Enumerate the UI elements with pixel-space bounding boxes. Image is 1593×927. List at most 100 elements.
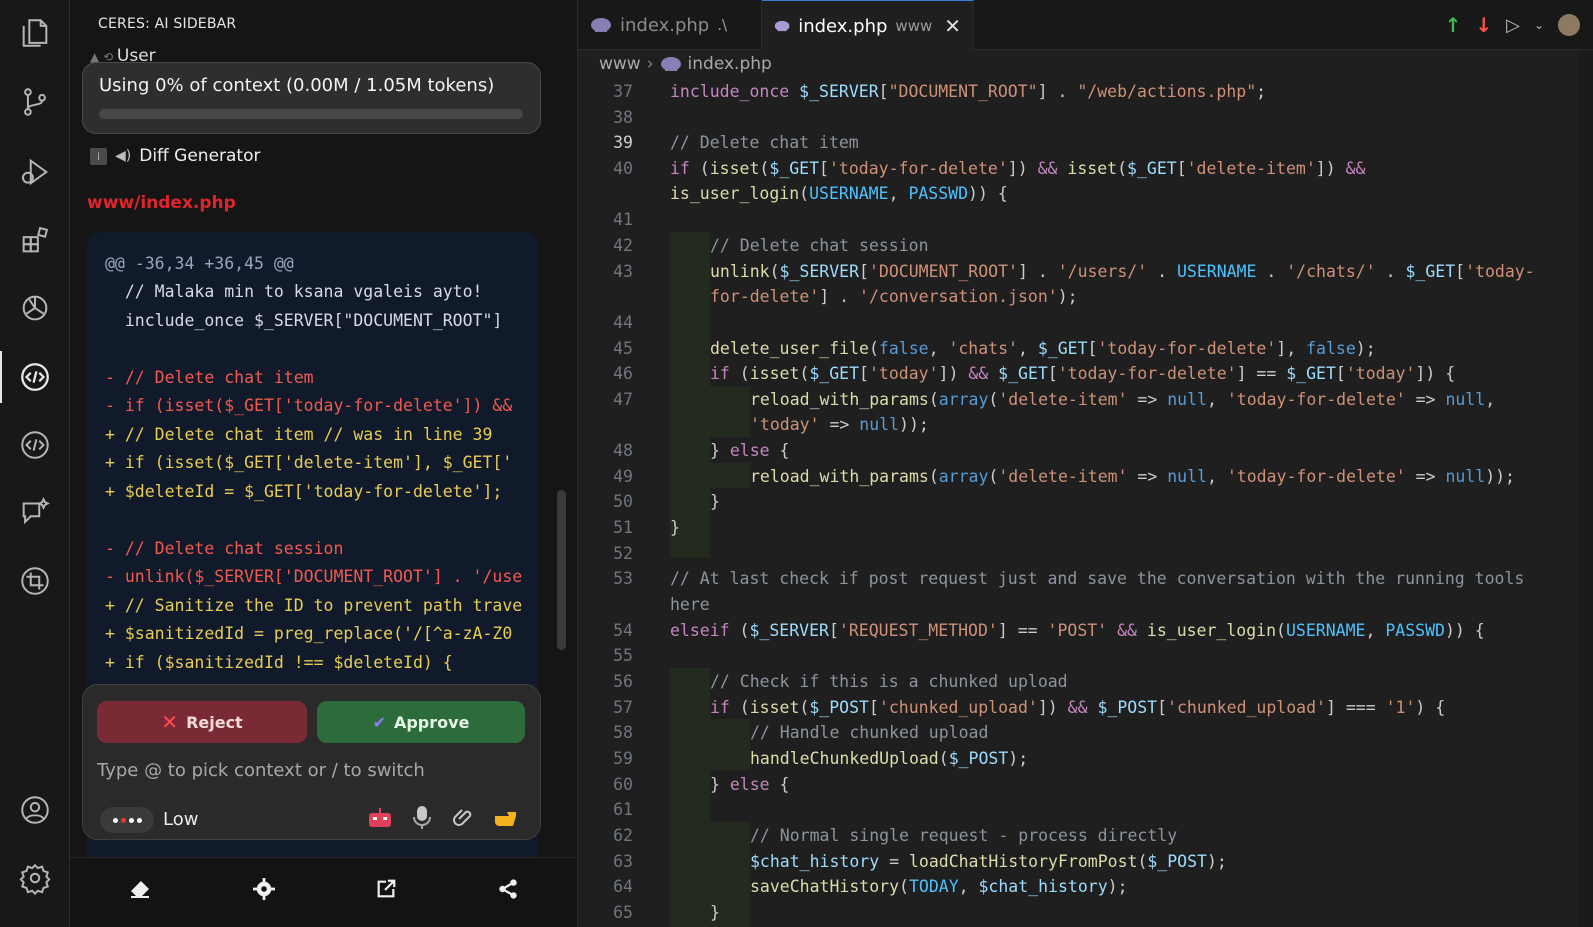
line-number: 38 — [613, 108, 633, 127]
ai-sidebar: CERES: AI SIDEBAR ▲ ⟲ User Using 0% of c… — [70, 0, 577, 927]
line-number: 49 — [613, 467, 633, 486]
line-number: 54 — [613, 621, 633, 640]
code-line: delete_user_file(false, 'chats', $_GET['… — [710, 339, 1376, 358]
code-line: elseif ($_SERVER['REQUEST_METHOD'] == 'P… — [670, 621, 1485, 640]
code-assistant-icon[interactable] — [15, 357, 55, 397]
line-number: 53 — [613, 569, 633, 588]
line-number: 64 — [613, 877, 633, 896]
effort-toggle[interactable] — [100, 807, 154, 833]
php-elephant-icon — [591, 18, 611, 32]
active-indicator — [0, 351, 2, 403]
editor-scrollbar[interactable] — [1579, 50, 1593, 927]
context-usage-panel: Using 0% of context (0.00M / 1.05M token… — [82, 62, 541, 134]
line-number: 43 — [613, 262, 633, 281]
code-assistant-alt-icon[interactable] — [15, 425, 55, 465]
breadcrumb: www › index.php — [599, 54, 772, 74]
code-line: if (isset($_POST['chunked_upload']) && $… — [710, 698, 1446, 717]
arrow-up-icon[interactable]: ↑ — [1445, 13, 1462, 37]
close-icon: ✕ — [161, 710, 179, 734]
line-number: 45 — [613, 339, 633, 358]
code-line: // Handle chunked upload — [750, 723, 989, 742]
reject-button[interactable]: ✕ Reject — [97, 701, 307, 743]
code-line: handleChunkedUpload($_POST); — [750, 749, 1029, 768]
sidebar-scrollbar[interactable] — [554, 50, 572, 910]
line-number: 58 — [613, 723, 633, 742]
avatar[interactable] — [1558, 14, 1580, 36]
eraser-icon[interactable] — [125, 874, 155, 904]
chat-sparkle-icon[interactable] — [15, 492, 55, 532]
settings-icon[interactable] — [249, 874, 279, 904]
share-icon[interactable] — [493, 874, 523, 904]
paperclip-icon[interactable] — [449, 803, 479, 833]
code-line: here — [670, 595, 710, 614]
robot-icon[interactable] — [365, 803, 395, 833]
code-line: reload_with_params(array('delete-item' =… — [750, 390, 1496, 409]
context-usage-bar — [99, 109, 523, 119]
line-number: 60 — [613, 775, 633, 794]
code-line: $chat_history = loadChatHistoryFromPost(… — [750, 852, 1227, 871]
chevron-down-icon[interactable]: ⌄ — [1534, 18, 1544, 32]
run-debug-icon[interactable] — [15, 152, 55, 192]
code-line: } else { — [710, 775, 790, 794]
code-line: if (isset($_GET['today-for-delete']) && … — [670, 159, 1366, 178]
settings-gear-icon[interactable] — [15, 858, 55, 898]
openai-icon[interactable] — [15, 288, 55, 328]
info-icon: i — [90, 147, 107, 165]
code-area[interactable]: 37 38 39 40 41 42 43 44 45 46 47 48 49 5… — [578, 78, 1593, 927]
sidebar-title: CERES: AI SIDEBAR — [98, 16, 237, 32]
code-line: // Delete chat item — [670, 133, 859, 152]
crop-icon[interactable] — [15, 561, 55, 601]
diff-line: + $sanitizedId = preg_replace('/[^a-zA-Z… — [105, 624, 513, 643]
line-number: 39 — [613, 133, 633, 152]
line-number: 61 — [613, 800, 633, 819]
editor-actions: ↑ ↓ ▷ ⌄ — [1445, 0, 1593, 50]
indent-guide — [710, 386, 750, 437]
code-line: reload_with_params(array('delete-item' =… — [750, 467, 1515, 486]
diff-line: + $deleteId = $_GET['today-for-delete']; — [105, 482, 503, 501]
explorer-icon[interactable] — [15, 13, 55, 53]
arrow-down-icon[interactable]: ↓ — [1475, 13, 1492, 37]
line-number: 63 — [613, 852, 633, 871]
diff-line: include_once $_SERVER["DOCUMENT_ROOT"] — [105, 311, 503, 330]
tab-index-php-root[interactable]: index.php .\ — [578, 0, 762, 50]
breadcrumb-file[interactable]: index.php — [688, 54, 772, 74]
close-tab-icon[interactable]: ✕ — [944, 14, 961, 38]
line-number: 51 — [613, 518, 633, 537]
diff-line: + // Sanitize the ID to prevent path tra… — [105, 596, 523, 615]
indent-guide — [670, 668, 710, 927]
diff-line: + if (isset($_GET['delete-item'], $_GET[… — [105, 453, 513, 472]
scrollbar-thumb[interactable] — [557, 490, 566, 650]
line-number: 50 — [613, 492, 633, 511]
diff-line: + // Delete chat item // was in line 39 — [105, 425, 493, 444]
account-icon[interactable] — [15, 790, 55, 830]
speaker-icon[interactable]: ◀) — [115, 148, 131, 164]
code-line: } — [710, 492, 720, 511]
code-line: is_user_login(USERNAME, PASSWD)) { — [670, 184, 1008, 203]
line-number: 44 — [613, 313, 633, 332]
chat-action-panel: ✕ Reject ✔ Approve Low — [82, 684, 541, 840]
diff-line: @@ -36,34 +36,45 @@ — [105, 254, 294, 273]
tab-index-php-www[interactable]: index.php www ✕ — [762, 0, 974, 51]
code-line: } — [710, 903, 720, 922]
line-number: 56 — [613, 672, 633, 691]
pointing-hand-icon[interactable] — [491, 803, 521, 833]
diff-line: - unlink($_SERVER['DOCUMENT_ROOT'] . '/u… — [105, 567, 523, 586]
diff-file-link[interactable]: www/index.php — [87, 193, 236, 213]
microphone-icon[interactable] — [407, 803, 437, 833]
prompt-input[interactable] — [97, 755, 527, 785]
extensions-icon[interactable] — [15, 220, 55, 260]
source-control-icon[interactable] — [15, 82, 55, 122]
code-line: saveChatHistory(TODAY, $chat_history); — [750, 877, 1128, 896]
open-external-icon[interactable] — [371, 874, 401, 904]
line-number: 55 — [613, 646, 633, 665]
code-line: include_once $_SERVER["DOCUMENT_ROOT"] .… — [670, 82, 1267, 101]
code-line: // Check if this is a chunked upload — [710, 672, 1068, 691]
line-number: 52 — [613, 544, 633, 563]
line-number: 59 — [613, 749, 633, 768]
approve-button[interactable]: ✔ Approve — [317, 701, 525, 743]
diff-line: - if (isset($_GET['today-for-delete']) &… — [105, 396, 513, 415]
code-line: } else { — [710, 441, 790, 460]
run-icon[interactable]: ▷ — [1506, 15, 1520, 36]
breadcrumb-folder[interactable]: www — [599, 54, 641, 74]
diff-line: + if ($sanitizedId !== $deleteId) { — [105, 653, 453, 672]
